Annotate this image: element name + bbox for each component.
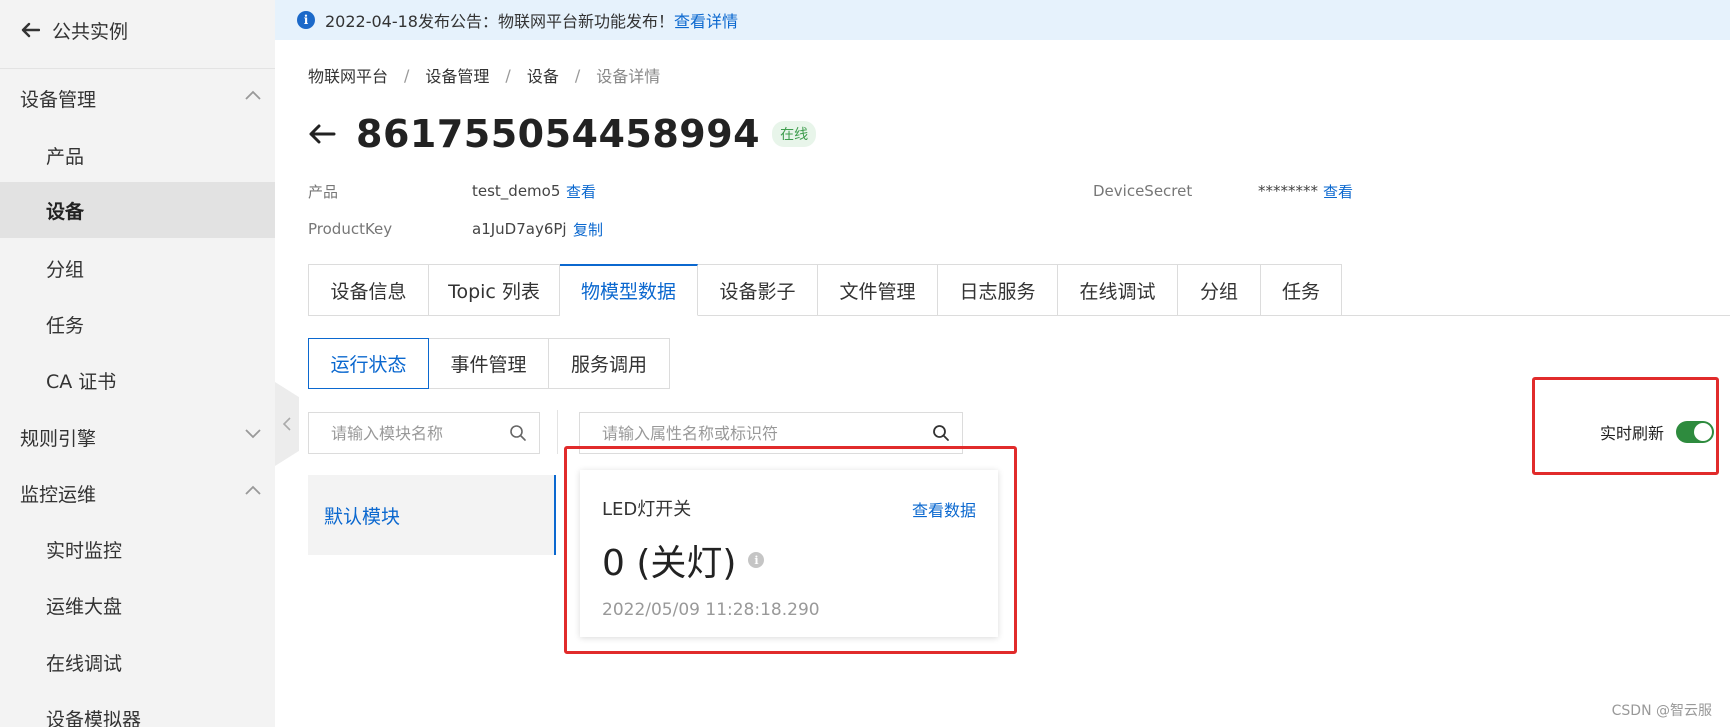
sidebar-item-label: 分组 (46, 258, 85, 281)
sidebar-item-device-simulator[interactable]: 设备模拟器 (0, 690, 275, 727)
sidebar-collapse-handle[interactable] (275, 382, 299, 466)
tab-device-info[interactable]: 设备信息 (308, 264, 429, 316)
sidebar-item-label: CA 证书 (46, 370, 117, 393)
sidebar: 公共实例 设备管理 产品 设备 分组 任务 CA 证书 规则引擎 监控运维 实时… (0, 0, 275, 727)
tab-task[interactable]: 任务 (1261, 264, 1342, 316)
back-button[interactable] (308, 123, 336, 145)
view-secret-link[interactable]: 查看 (1323, 181, 1353, 202)
sidebar-item-label: 实时监控 (46, 539, 123, 562)
subtab-label: 服务调用 (570, 354, 647, 376)
info-icon: i (297, 11, 315, 29)
breadcrumb-separator: / (404, 65, 410, 85)
panel-divider (557, 410, 558, 454)
tab-label: 文件管理 (839, 280, 916, 303)
sidebar-group-label: 设备管理 (20, 88, 97, 111)
sidebar-group-device-management[interactable]: 设备管理 (0, 74, 275, 122)
announcement-link[interactable]: 查看详情 (674, 8, 738, 32)
breadcrumb: 物联网平台 / 设备管理 / 设备 / 设备详情 (308, 63, 660, 87)
sidebar-item-group[interactable]: 分组 (0, 240, 275, 296)
meta-label: ProductKey (308, 220, 393, 238)
sidebar-group-label: 监控运维 (20, 483, 97, 506)
subtab-service-call[interactable]: 服务调用 (549, 338, 670, 389)
sidebar-group-label: 规则引擎 (20, 427, 97, 450)
tab-label: 设备影子 (719, 280, 796, 303)
chevron-up-icon (245, 90, 261, 100)
sidebar-item-realtime-monitor[interactable]: 实时监控 (0, 521, 275, 577)
search-icon[interactable] (509, 424, 527, 442)
sidebar-item-task[interactable]: 任务 (0, 296, 275, 352)
sidebar-item-online-debug[interactable]: 在线调试 (0, 634, 275, 690)
tab-log-service[interactable]: 日志服务 (938, 264, 1058, 316)
arrow-left-icon (309, 124, 336, 144)
sidebar-group-rule-engine[interactable]: 规则引擎 (0, 413, 275, 461)
tab-label: 分组 (1199, 280, 1238, 303)
meta-value: test_demo5 (472, 182, 561, 200)
tab-label: 任务 (1281, 280, 1320, 303)
page-header: 861755054458994 在线 (308, 110, 817, 158)
subtab-bar: 运行状态 事件管理 服务调用 (308, 338, 670, 389)
sidebar-item-label: 设备模拟器 (46, 708, 142, 727)
sidebar-item-ops-dashboard[interactable]: 运维大盘 (0, 577, 275, 633)
meta-label: DeviceSecret (1093, 182, 1193, 200)
subtab-label: 运行状态 (330, 354, 407, 376)
page-title: 861755054458994 (356, 112, 761, 156)
sidebar-item-ca-cert[interactable]: CA 证书 (0, 352, 275, 408)
meta-label: 产品 (308, 182, 339, 201)
tab-topic-list[interactable]: Topic 列表 (429, 264, 560, 316)
sidebar-item-product[interactable]: 产品 (0, 127, 275, 183)
copy-productkey-link[interactable]: 复制 (573, 219, 603, 240)
status-badge: 在线 (772, 121, 817, 147)
sidebar-item-label: 运维大盘 (46, 595, 123, 618)
tab-file-management[interactable]: 文件管理 (818, 264, 938, 316)
breadcrumb-separator: / (574, 65, 581, 85)
meta-product: 产品 test_demo5 查看 (308, 180, 1008, 202)
chevron-left-icon (283, 417, 291, 431)
watermark: CSDN @智云服 (1611, 703, 1712, 719)
tab-group[interactable]: 分组 (1178, 264, 1261, 316)
sidebar-item-device[interactable]: 设备 (0, 182, 275, 238)
view-product-link[interactable]: 查看 (566, 181, 596, 202)
meta-value: a1JuD7ay6Pj (472, 220, 567, 238)
sidebar-item-label: 任务 (46, 314, 85, 337)
arrow-left-icon (21, 22, 40, 38)
tab-label: 物模型数据 (580, 281, 676, 303)
breadcrumb-device-detail: 设备详情 (596, 67, 661, 86)
chevron-down-icon (245, 429, 261, 439)
subtab-event-management[interactable]: 事件管理 (429, 338, 549, 389)
meta-value: ******** (1258, 182, 1318, 200)
subtab-running-status[interactable]: 运行状态 (308, 338, 429, 389)
breadcrumb-separator: / (505, 65, 511, 85)
meta-devicesecret: DeviceSecret ******** 查看 (1093, 180, 1493, 202)
tab-thing-model-data[interactable]: 物模型数据 (560, 264, 698, 316)
back-label: 公共实例 (52, 20, 129, 43)
tab-online-debug[interactable]: 在线调试 (1058, 264, 1178, 316)
highlight-box-realtime (1532, 377, 1719, 475)
tab-label: 日志服务 (959, 280, 1036, 303)
sidebar-item-label: 设备 (46, 200, 85, 223)
announcement-text: 2022-04-18发布公告：物联网平台新功能发布！ (325, 12, 674, 31)
sidebar-item-label: 在线调试 (46, 652, 123, 675)
sidebar-group-monitoring[interactable]: 监控运维 (0, 469, 275, 517)
module-search-input[interactable] (309, 413, 539, 453)
breadcrumb-device[interactable]: 设备 (527, 63, 559, 87)
search-icon[interactable] (932, 424, 950, 442)
tab-label: 设备信息 (330, 280, 407, 303)
module-item-default[interactable]: 默认模块 (308, 475, 556, 555)
announcement-bar: i 2022-04-18发布公告：物联网平台新功能发布！ 查看详情 (275, 0, 1730, 40)
meta-productkey: ProductKey a1JuD7ay6Pj 复制 (308, 218, 1008, 240)
tab-label: 在线调试 (1079, 280, 1156, 303)
tab-bar: 设备信息 Topic 列表 物模型数据 设备影子 文件管理 日志服务 在线调试 … (308, 264, 1342, 316)
highlight-box-property (564, 446, 1017, 654)
sidebar-item-label: 产品 (46, 145, 85, 168)
module-search (308, 412, 540, 454)
breadcrumb-iot-platform[interactable]: 物联网平台 (308, 63, 388, 87)
breadcrumb-device-management[interactable]: 设备管理 (425, 63, 489, 87)
sidebar-divider (0, 68, 275, 69)
chevron-up-icon (245, 485, 261, 495)
tab-label: Topic 列表 (448, 280, 540, 303)
module-label: 默认模块 (324, 505, 401, 528)
back-to-public-instance[interactable]: 公共实例 (20, 16, 128, 44)
tab-device-shadow[interactable]: 设备影子 (698, 264, 818, 316)
subtab-label: 事件管理 (450, 354, 527, 376)
